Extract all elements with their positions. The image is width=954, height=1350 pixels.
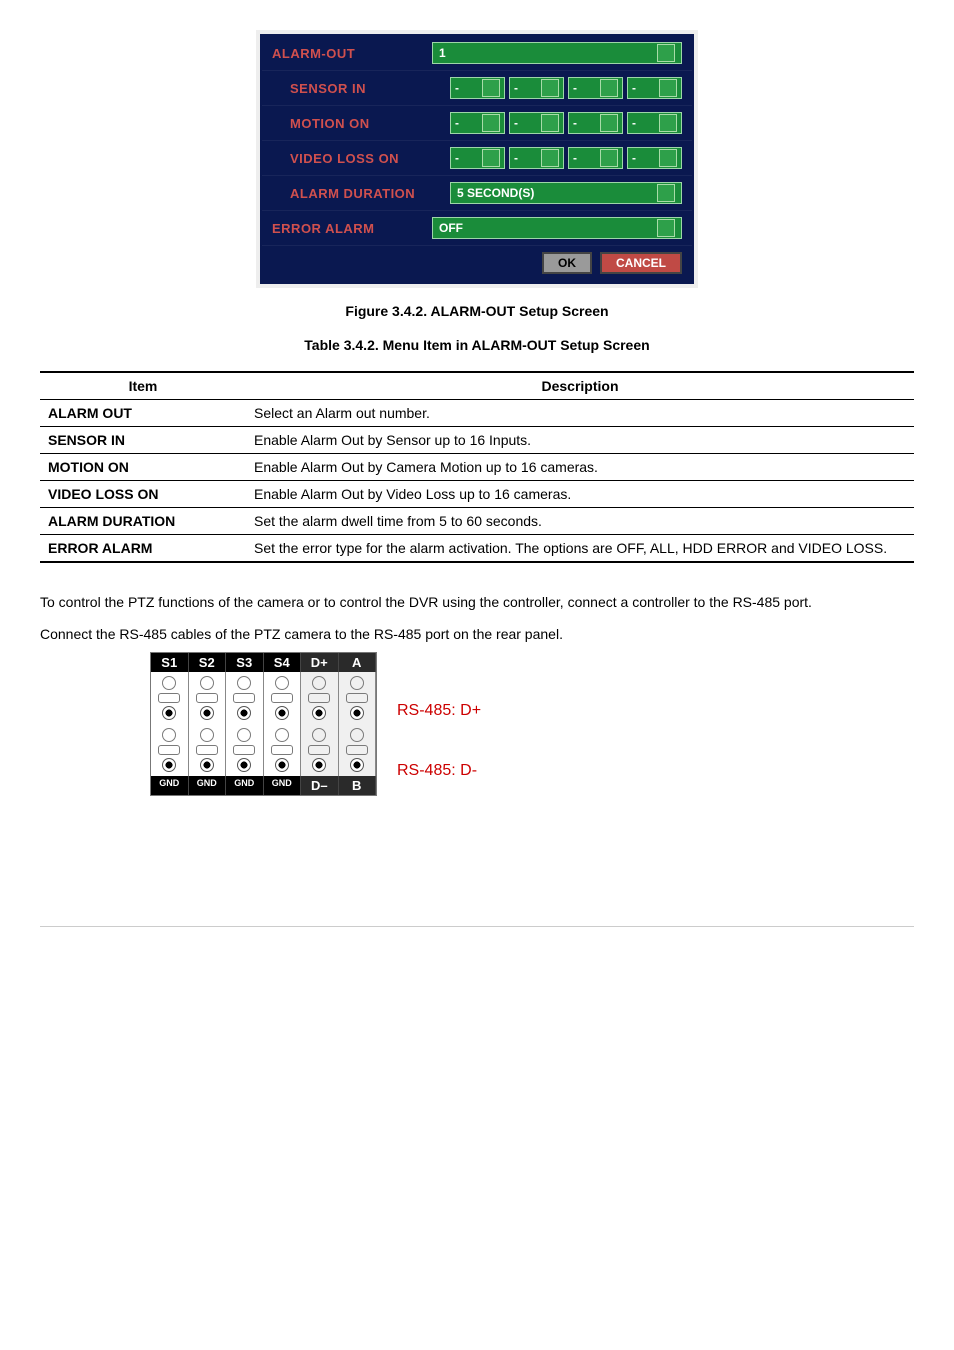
dropdown-arrow-icon[interactable] (657, 184, 675, 202)
dropdown-arrow-icon[interactable] (657, 219, 675, 237)
cancel-button[interactable]: CANCEL (600, 252, 682, 274)
rs485-labels: RS-485: D+ RS-485: D- (397, 702, 481, 780)
dropdown-arrow-icon[interactable] (657, 44, 675, 62)
label-sensor-in: SENSOR IN (272, 81, 450, 96)
body-text-2: Connect the RS-485 cables of the PTZ cam… (40, 620, 914, 648)
dropdown-arrow-icon[interactable] (600, 149, 618, 167)
dropdown-arrow-icon[interactable] (659, 149, 677, 167)
label-video-loss-on: VIDEO LOSS ON (272, 151, 450, 166)
table-row: ALARM DURATIONSet the alarm dwell time f… (40, 508, 914, 535)
motion-on-values: - - - - (450, 112, 682, 134)
label-motion-on: MOTION ON (272, 116, 450, 131)
dropdown-arrow-icon[interactable] (600, 79, 618, 97)
table-header-item: Item (40, 372, 246, 400)
terminal-header: S1 S2 S3 S4 D+ A (151, 653, 376, 672)
dropdown-arrow-icon[interactable] (541, 114, 559, 132)
ok-button[interactable]: OK (542, 252, 592, 274)
alarm-out-setup-screen: ALARM-OUT 1 SENSOR IN - - - - MOTION ON … (256, 30, 698, 288)
dropdown-arrow-icon[interactable] (482, 114, 500, 132)
table-row: SENSOR INEnable Alarm Out by Sensor up t… (40, 427, 914, 454)
value-error-alarm[interactable]: OFF (432, 217, 682, 239)
alarm-out-table: Item Description ALARM OUTSelect an Alar… (40, 371, 914, 563)
value-alarm-out[interactable]: 1 (432, 42, 682, 64)
page-footer-rule (40, 926, 914, 927)
rs485-diagram: S1 S2 S3 S4 D+ A GND GND GND GND (150, 652, 914, 796)
dropdown-arrow-icon[interactable] (482, 149, 500, 167)
label-alarm-out: ALARM-OUT (272, 46, 432, 61)
rs485-d-minus-label: RS-485: D- (397, 762, 481, 780)
label-error-alarm: ERROR ALARM (272, 221, 432, 236)
dropdown-arrow-icon[interactable] (541, 79, 559, 97)
sensor-in-values: - - - - (450, 77, 682, 99)
label-alarm-duration: ALARM DURATION (272, 186, 450, 201)
figure-caption: Figure 3.4.2. ALARM-OUT Setup Screen (40, 303, 914, 319)
terminal-footer: GND GND GND GND D– B (151, 776, 376, 795)
dropdown-arrow-icon[interactable] (482, 79, 500, 97)
dropdown-arrow-icon[interactable] (541, 149, 559, 167)
body-text-1: To control the PTZ functions of the came… (40, 588, 914, 616)
video-loss-on-values: - - - - (450, 147, 682, 169)
dropdown-arrow-icon[interactable] (600, 114, 618, 132)
table-row: VIDEO LOSS ONEnable Alarm Out by Video L… (40, 481, 914, 508)
rs485-d-plus-label: RS-485: D+ (397, 702, 481, 720)
dropdown-arrow-icon[interactable] (659, 79, 677, 97)
terminal-block: S1 S2 S3 S4 D+ A GND GND GND GND (150, 652, 377, 796)
table-row: ALARM OUTSelect an Alarm out number. (40, 400, 914, 427)
value-alarm-duration[interactable]: 5 SECOND(S) (450, 182, 682, 204)
table-caption: Table 3.4.2. Menu Item in ALARM-OUT Setu… (40, 337, 914, 353)
dropdown-arrow-icon[interactable] (659, 114, 677, 132)
table-header-desc: Description (246, 372, 914, 400)
table-row: ERROR ALARMSet the error type for the al… (40, 535, 914, 563)
table-row: MOTION ONEnable Alarm Out by Camera Moti… (40, 454, 914, 481)
